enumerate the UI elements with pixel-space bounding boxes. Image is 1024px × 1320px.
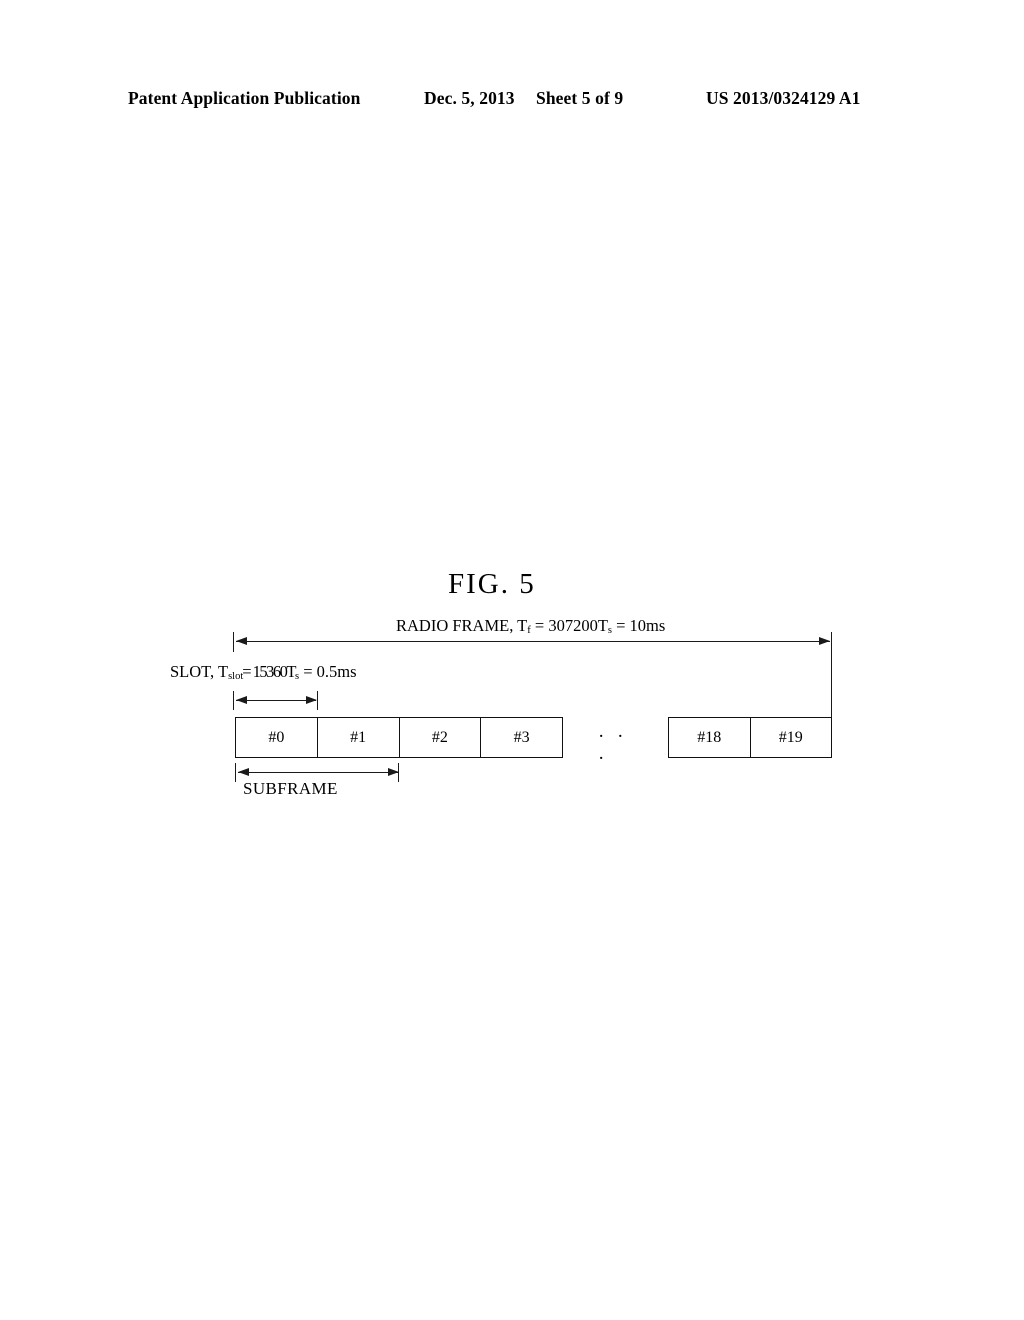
subframe-row-left: #0 #1 #2 #3 bbox=[235, 717, 563, 758]
radio-frame-left-tick bbox=[233, 632, 234, 652]
subframe-cell: #18 bbox=[669, 718, 751, 757]
subframe-cell: #3 bbox=[513, 728, 530, 746]
slot-label-suffix: = 0.5ms bbox=[299, 662, 357, 681]
subframe-left-arrowhead bbox=[238, 768, 249, 776]
subframe-label: SUBFRAME bbox=[243, 779, 338, 798]
radio-frame-label-mid: = 307200T bbox=[530, 616, 608, 635]
radio-frame-label-suffix: = 10ms bbox=[612, 616, 666, 635]
slot-left-arrowhead bbox=[236, 696, 247, 704]
radio-frame-measure-line bbox=[236, 641, 830, 642]
figure-title: FIG. 5 bbox=[448, 568, 536, 600]
slot-label-mid: = 15360T bbox=[242, 662, 296, 681]
subframe-cell: #2 bbox=[400, 718, 482, 757]
radio-frame-right-arrowhead bbox=[819, 637, 830, 645]
radio-frame-right-tick bbox=[831, 632, 832, 718]
subframe-right-arrowhead bbox=[388, 768, 399, 776]
subframe-cell: #19 bbox=[778, 728, 803, 746]
slot-label-prefix: SLOT, T bbox=[170, 662, 229, 681]
radio-frame-label: RADIO FRAME, Tf = 307200Ts = 10ms bbox=[396, 616, 666, 637]
slot-left-tick bbox=[233, 691, 234, 710]
slot-label: SLOT, Tslot = 15360Ts = 0.5ms bbox=[170, 662, 357, 683]
subframe-left-tick bbox=[235, 763, 236, 782]
slot-label-sub-slot: slot bbox=[228, 671, 244, 682]
radio-frame-left-arrowhead bbox=[236, 637, 247, 645]
radio-frame-label-prefix: RADIO FRAME, T bbox=[396, 616, 528, 635]
subframe-row-right: #18 #19 bbox=[668, 717, 832, 758]
subframe-cell: #1 bbox=[318, 718, 400, 757]
subframe-cell: #0 bbox=[236, 718, 318, 757]
figure-5-diagram: FIG. 5 RADIO FRAME, Tf = 307200Ts = 10ms… bbox=[0, 0, 1024, 1320]
ellipsis-separator: · · · bbox=[598, 726, 628, 769]
subframe-measure-line bbox=[238, 772, 398, 773]
slot-right-arrowhead bbox=[306, 696, 317, 704]
slot-right-tick bbox=[317, 691, 318, 710]
slot-measure-line bbox=[236, 700, 316, 701]
